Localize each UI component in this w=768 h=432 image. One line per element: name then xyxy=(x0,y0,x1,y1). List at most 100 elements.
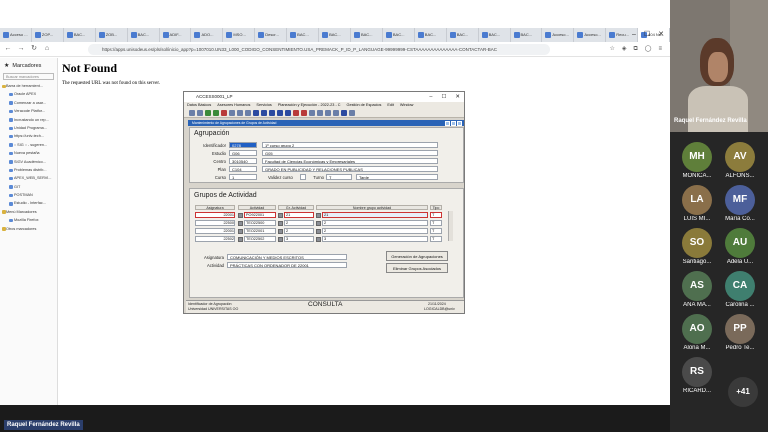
bookmark-folder[interactable]: Menú Marcadores xyxy=(0,208,57,216)
estudio-field[interactable]: G06 xyxy=(229,150,257,156)
browser-tab[interactable]: Acceso... xyxy=(574,28,607,42)
centro-desc-field[interactable]: Facultad de Ciencias Económicas y Empres… xyxy=(262,158,438,164)
grupos-scrollbar[interactable] xyxy=(448,211,453,241)
next-block-icon[interactable] xyxy=(285,110,291,116)
maximize-icon[interactable]: ☐ xyxy=(644,28,650,42)
bookmark-item[interactable]: Oracle APEX xyxy=(0,90,57,98)
browser-tab[interactable]: BAC... xyxy=(383,28,415,42)
bookmark-item[interactable]: https://univ-tech... xyxy=(0,132,57,140)
cell-actividad[interactable]: TEO22500 xyxy=(244,220,276,226)
close-icon[interactable]: ✕ xyxy=(658,28,664,42)
generacion-agrupaciones-button[interactable]: Generación de Agrupaciones xyxy=(386,251,448,261)
browser-tab[interactable]: BAC... xyxy=(287,28,320,42)
curso-field[interactable]: 1 xyxy=(229,174,257,180)
prev-record-icon[interactable] xyxy=(269,110,275,116)
validez-checkbox[interactable] xyxy=(300,174,306,180)
menu-icon[interactable]: ≡ xyxy=(658,44,662,55)
cell-tipo[interactable]: T xyxy=(430,236,442,242)
bookmark-item[interactable]: APEX_WEB_SERVI... xyxy=(0,174,57,182)
lov-button-icon[interactable] xyxy=(238,236,243,242)
browser-tab[interactable]: ADIF... xyxy=(160,28,192,42)
lov-button-icon[interactable] xyxy=(316,220,321,226)
lov-button-icon[interactable] xyxy=(316,228,321,234)
identificador-field[interactable]: 0278 xyxy=(229,142,257,148)
bookmark-item[interactable]: Estudio - Interfac... xyxy=(0,199,57,207)
lov-button-icon[interactable] xyxy=(238,220,243,226)
participant-avatar[interactable]: AU xyxy=(725,228,755,258)
close-icon[interactable]: ✕ xyxy=(455,92,460,102)
participant-avatar[interactable]: PP xyxy=(725,314,755,344)
delete-record-icon[interactable] xyxy=(301,110,307,116)
oracle-menu-item[interactable]: Servicios xyxy=(256,102,271,109)
shield-icon[interactable]: ◈ xyxy=(622,44,627,55)
url-bar[interactable]: https://apps.unisodeus.es/pls/sol/inicio… xyxy=(88,44,550,55)
lov-button-icon[interactable] xyxy=(278,228,283,234)
browser-tab[interactable]: BAC... xyxy=(447,28,479,42)
bookmark-item[interactable]: Unidad Programa... xyxy=(0,124,57,132)
prev-block-icon[interactable] xyxy=(261,110,267,116)
cell-tipo[interactable]: T xyxy=(430,220,442,226)
oracle-menu-item[interactable]: Datos Básicos xyxy=(187,102,211,109)
list-of-values-icon[interactable] xyxy=(325,110,331,116)
lov-button-icon[interactable] xyxy=(316,212,321,218)
participant-avatar[interactable]: RS xyxy=(682,357,712,387)
actividad-value-field[interactable]: PRÁCTICAS CON ORDENADOR DE 22001 xyxy=(227,262,347,268)
copy-icon[interactable] xyxy=(237,110,243,116)
browser-tab[interactable]: MSO... xyxy=(223,28,256,42)
extension-icon[interactable]: ⧉ xyxy=(633,44,637,55)
execute-query-icon[interactable] xyxy=(213,110,219,116)
more-participants-button[interactable]: +41 xyxy=(728,377,758,407)
participant-avatar[interactable]: LA xyxy=(682,185,712,215)
cell-nombre[interactable]: 2 xyxy=(322,220,428,226)
plan-field[interactable]: C104 xyxy=(229,166,257,172)
cell-gr-actividad[interactable]: 3 xyxy=(284,236,314,242)
turno-desc-field[interactable]: Tarde xyxy=(356,174,438,180)
cancel-query-icon[interactable] xyxy=(221,110,227,116)
participant-avatar[interactable]: AS xyxy=(682,271,712,301)
reload-icon[interactable]: ↻ xyxy=(29,43,39,55)
bookmark-folder[interactable]: Otros marcadores xyxy=(0,225,57,233)
cell-tipo[interactable]: T xyxy=(430,212,442,218)
cell-actividad[interactable]: TEO22001 xyxy=(244,228,276,234)
browser-tab[interactable]: Descr... xyxy=(255,28,288,42)
lov-button-icon[interactable] xyxy=(238,228,243,234)
participant-avatar[interactable]: SO xyxy=(682,228,712,258)
paste-icon[interactable] xyxy=(245,110,251,116)
display-list-icon[interactable] xyxy=(333,110,339,116)
lov-button-icon[interactable] xyxy=(278,236,283,242)
lov-button-icon[interactable] xyxy=(278,212,283,218)
bookmark-item[interactable]: Veracode Platfor... xyxy=(0,107,57,115)
asignatura-value-field[interactable]: COMUNICACIÓN Y MEDIOS ESCRITOS xyxy=(227,254,347,260)
cell-asignatura[interactable]: 22001 xyxy=(195,228,235,234)
oracle-menu-item[interactable]: Gestión de Espacios xyxy=(347,102,382,109)
browser-tab[interactable]: BAC... xyxy=(128,28,160,42)
browser-tab[interactable]: Acceso... xyxy=(542,28,575,42)
minimize-icon[interactable]: – xyxy=(632,28,636,42)
cell-asignatura[interactable]: 22502 xyxy=(195,236,235,242)
print-icon[interactable] xyxy=(197,110,203,116)
cell-nombre[interactable]: 21 xyxy=(322,212,428,218)
browser-tab[interactable]: ADO... xyxy=(191,28,224,42)
bookmark-item[interactable]: Mozilla Firefox xyxy=(0,216,57,224)
back-icon[interactable]: ← xyxy=(3,43,13,55)
browser-tab[interactable]: ZOP... xyxy=(32,28,64,42)
exit-icon[interactable] xyxy=(349,110,355,116)
participant-avatar[interactable]: MH xyxy=(682,142,712,172)
save-icon[interactable] xyxy=(189,110,195,116)
centro-field[interactable]: 3010540 xyxy=(229,158,257,164)
maximize-icon[interactable]: ☐ xyxy=(441,92,446,102)
home-icon[interactable]: ⌂ xyxy=(42,43,52,55)
forward-icon[interactable]: → xyxy=(16,43,26,55)
browser-tab[interactable]: BAC... xyxy=(351,28,383,42)
eliminar-grupos-button[interactable]: Eliminar Grupos Asociados xyxy=(386,263,448,273)
identificador-desc-field[interactable]: 1º curso grupo 2 xyxy=(262,142,438,148)
cell-actividad[interactable]: TEO22502 xyxy=(244,236,276,242)
cut-icon[interactable] xyxy=(229,110,235,116)
oracle-menu-item[interactable]: Planeación y Ejecución - 2022-23 - C xyxy=(278,102,341,109)
help-icon[interactable] xyxy=(341,110,347,116)
lock-record-icon[interactable] xyxy=(309,110,315,116)
bookmark-item[interactable]: SIGV Académico... xyxy=(0,158,57,166)
browser-tab[interactable]: BAC... xyxy=(415,28,447,42)
oracle-menu-item[interactable]: Window xyxy=(400,102,414,109)
enter-query-icon[interactable] xyxy=(205,110,211,116)
